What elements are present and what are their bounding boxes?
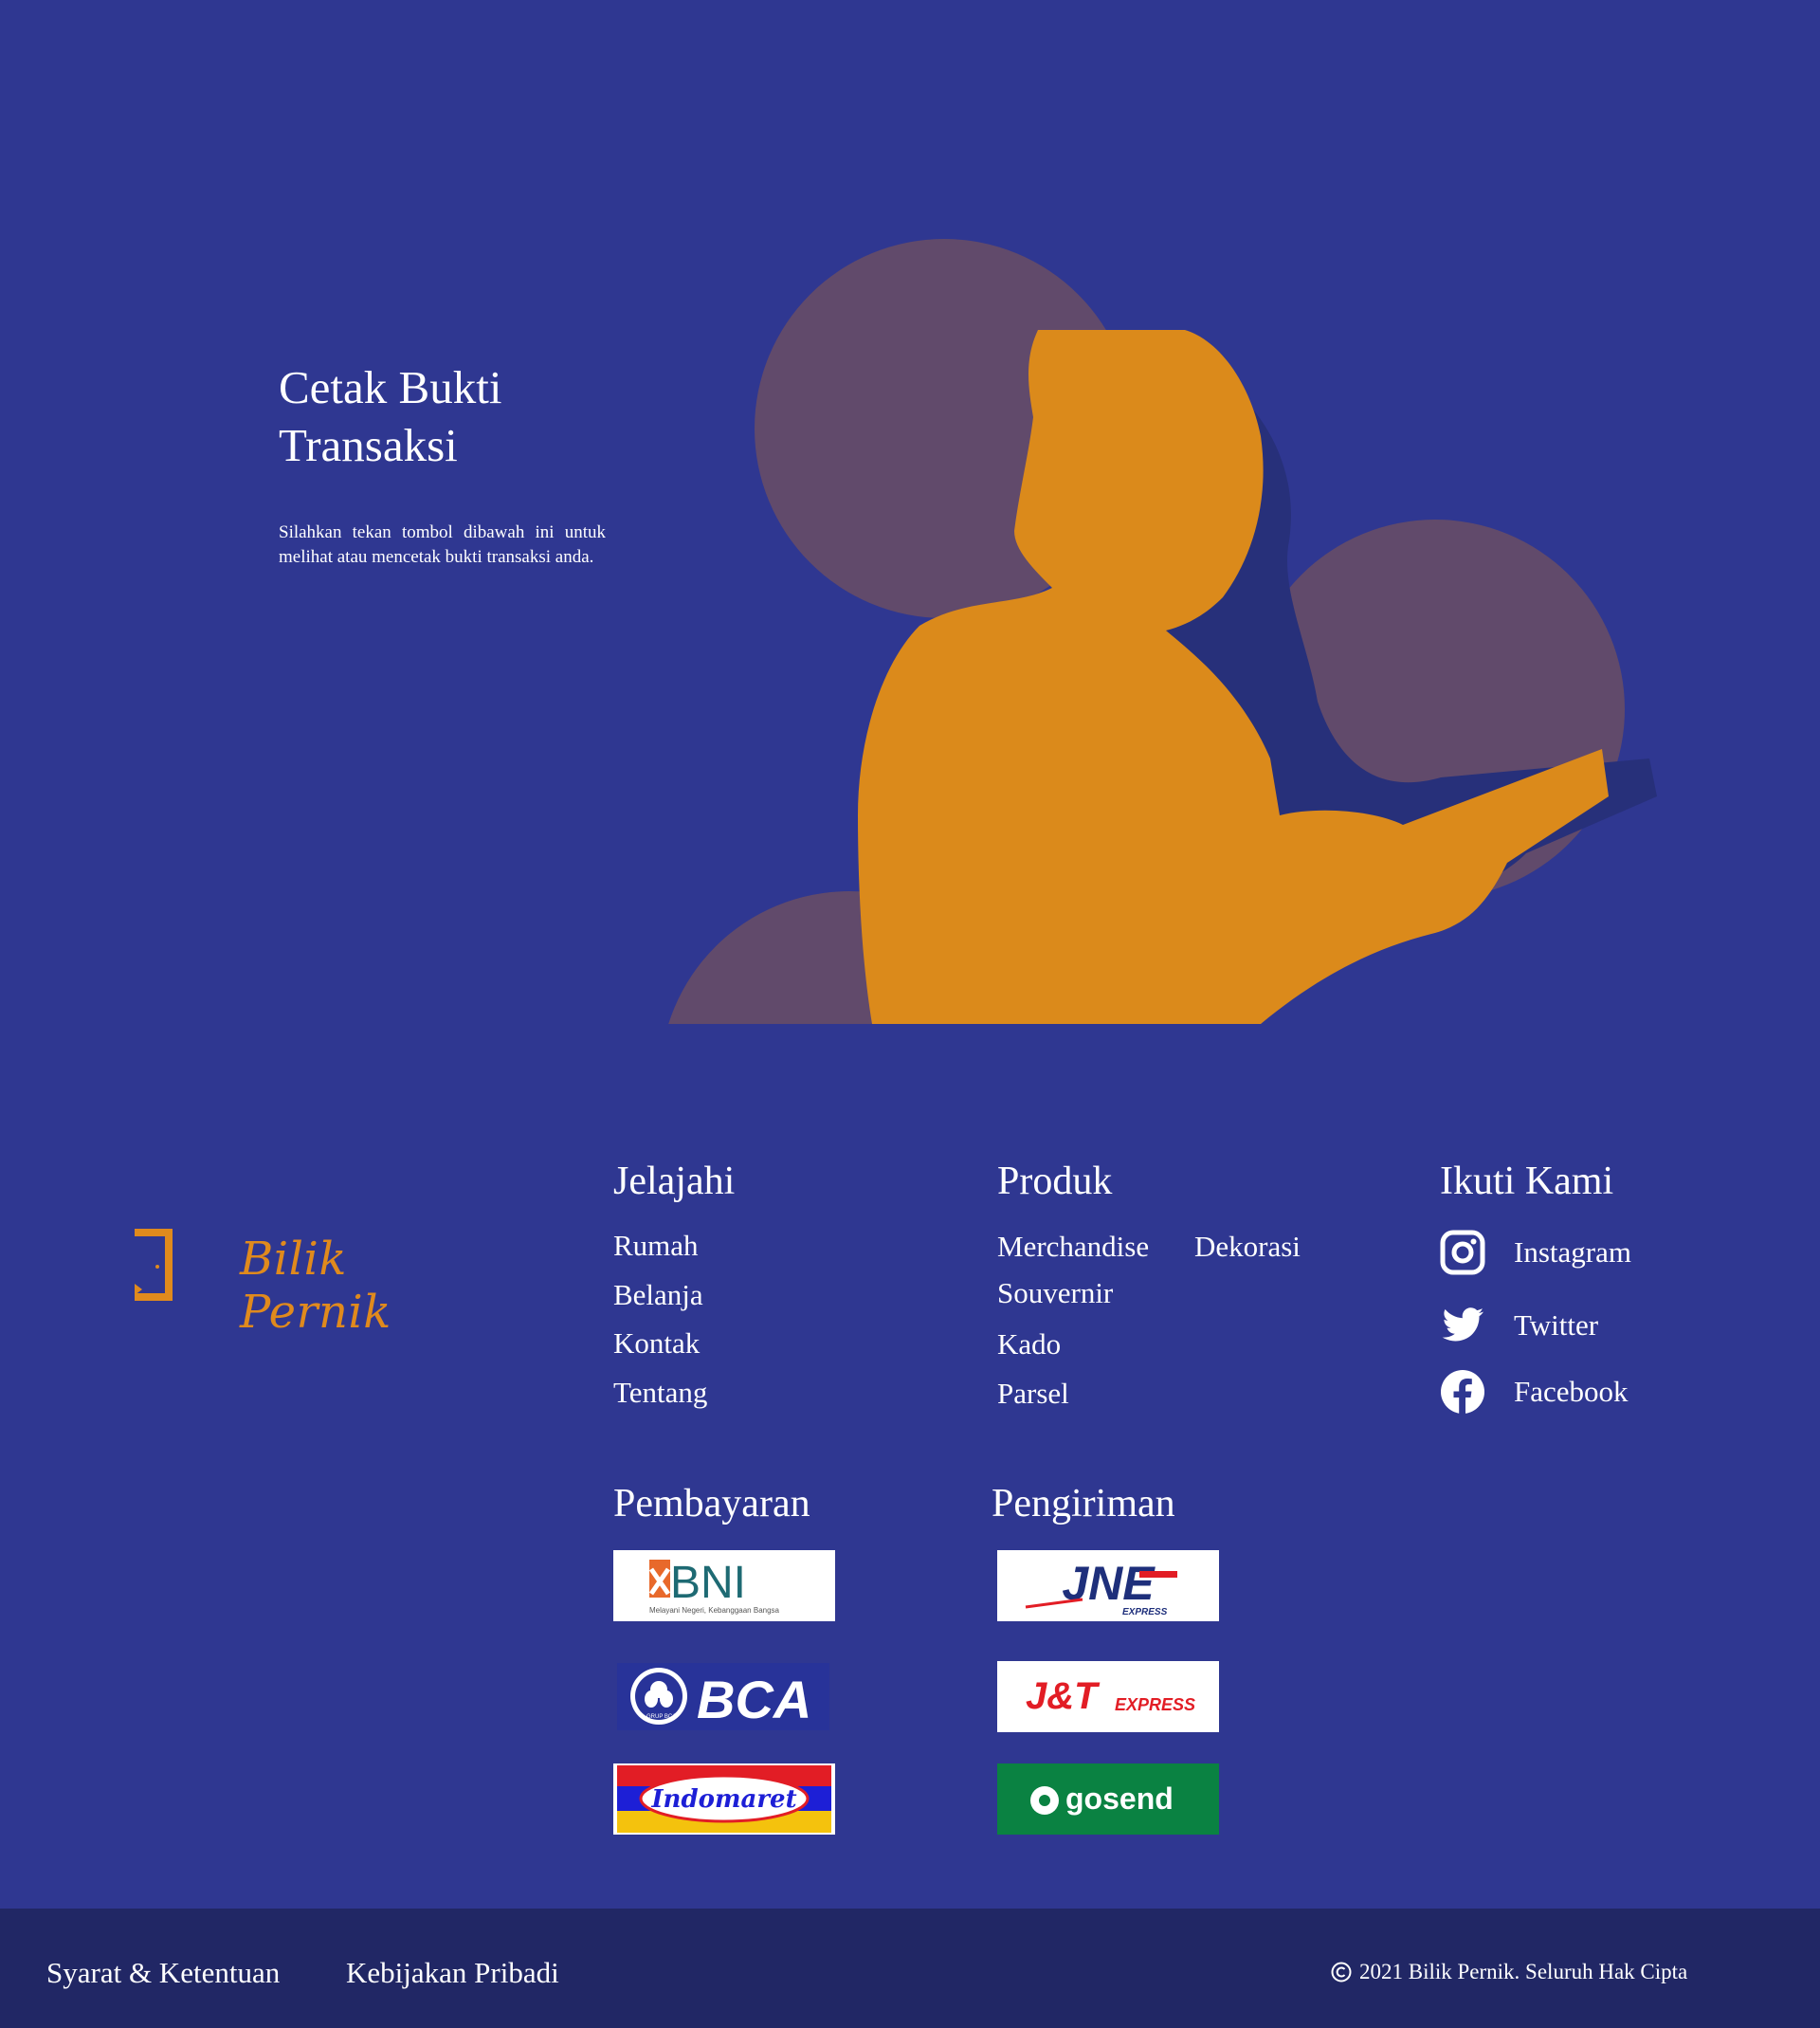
copyright-text: 2021 Bilik Pernik. Seluruh Hak Cipta <box>1359 1960 1688 1983</box>
hero-description: Silahkan tekan tombol dibawah ini untuk … <box>279 522 606 567</box>
products-heading: Produk <box>997 1160 1113 1203</box>
social-facebook[interactable]: Facebook <box>1440 1369 1629 1415</box>
link-kontak[interactable]: Kontak <box>613 1326 700 1361</box>
jne-logo-text: JNE <box>1062 1557 1156 1610</box>
explore-heading: Jelajahi <box>613 1160 736 1203</box>
bca-badge: GRUP BCA <box>646 1714 676 1720</box>
brand-logo[interactable]: Bilik Pernik <box>131 1223 472 1339</box>
copyright: 2021 Bilik Pernik. Seluruh Hak Cipta <box>1331 1960 1687 1984</box>
brand-name: Bilik Pernik <box>240 1233 391 1339</box>
terms-link[interactable]: Syarat & Ketentuan <box>46 1956 280 1990</box>
gosend-logo-text: gosend <box>1065 1781 1174 1816</box>
payment-heading: Pembayaran <box>613 1482 810 1526</box>
bni-logo-text: BNI <box>670 1558 746 1608</box>
link-tentang[interactable]: Tentang <box>613 1376 707 1410</box>
jnt-logo: J&T EXPRESS <box>997 1661 1219 1732</box>
social-instagram[interactable]: Instagram <box>1440 1230 1631 1275</box>
jnt-tagline: EXPRESS <box>1115 1695 1195 1714</box>
facebook-icon <box>1441 1370 1484 1414</box>
jnt-logo-text: J&T <box>1026 1675 1101 1717</box>
twitter-icon <box>1442 1307 1483 1342</box>
link-parsel[interactable]: Parsel <box>997 1377 1069 1411</box>
bni-tagline: Melayani Negeri, Kebanggaan Bangsa <box>649 1606 780 1615</box>
link-kado[interactable]: Kado <box>997 1327 1061 1361</box>
jne-tagline: EXPRESS <box>1122 1607 1168 1617</box>
privacy-link[interactable]: Kebijakan Pribadi <box>346 1956 559 1990</box>
indomaret-logo-text: Indomaret <box>650 1785 796 1814</box>
hero-title: Cetak Bukti Transaksi <box>279 361 502 471</box>
bca-logo-text: BCA <box>697 1670 811 1729</box>
shipping-heading: Pengiriman <box>992 1482 1175 1526</box>
gosend-logo: gosend <box>997 1763 1219 1835</box>
hero-section: Cetak Bukti Transaksi Silahkan tekan tom… <box>0 0 1820 1024</box>
instagram-icon <box>1440 1230 1485 1275</box>
copyright-icon <box>1331 1962 1352 1982</box>
link-merchandise[interactable]: Merchandise <box>997 1230 1149 1264</box>
link-dekorasi[interactable]: Dekorasi <box>1194 1230 1301 1264</box>
social-facebook-label: Facebook <box>1514 1375 1629 1408</box>
link-souvernir[interactable]: Souvernir <box>997 1276 1113 1310</box>
jne-logo: JNE EXPRESS <box>997 1550 1219 1621</box>
link-belanja[interactable]: Belanja <box>613 1278 703 1312</box>
link-rumah[interactable]: Rumah <box>613 1229 699 1263</box>
indomaret-logo: Indomaret <box>613 1763 835 1835</box>
follow-heading: Ikuti Kami <box>1440 1160 1614 1203</box>
door-icon <box>135 1229 173 1301</box>
bni-logo: BNI Melayani Negeri, Kebanggaan Bangsa <box>613 1550 835 1621</box>
footer <box>0 1024 1820 1909</box>
bca-logo: GRUP BCA BCA <box>613 1661 835 1732</box>
social-instagram-label: Instagram <box>1514 1235 1631 1269</box>
hero-illustration <box>668 239 1657 1024</box>
social-twitter-label: Twitter <box>1514 1308 1599 1342</box>
social-twitter[interactable]: Twitter <box>1440 1303 1598 1348</box>
